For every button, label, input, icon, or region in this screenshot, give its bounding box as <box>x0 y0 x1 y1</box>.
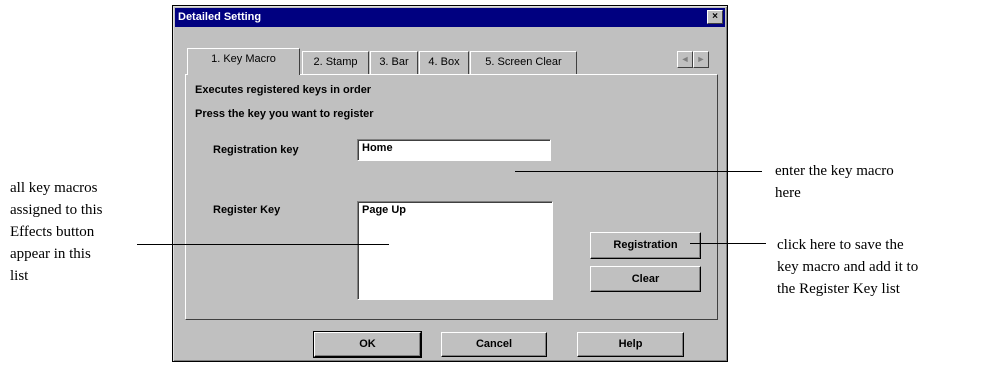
tab-scroll-right-button[interactable]: ► <box>693 51 709 68</box>
annotation-line: enter the key macro <box>775 163 894 179</box>
annotation-line: appear in this <box>10 246 91 262</box>
leader-line-right-top <box>515 171 762 172</box>
description-line-2: Press the key you want to register <box>195 108 374 120</box>
close-button[interactable]: × <box>707 10 723 24</box>
tab-screen-clear[interactable]: 5. Screen Clear <box>470 51 577 74</box>
chevron-left-icon: ◄ <box>680 54 690 64</box>
annotation-registration-key: enter the key macro here <box>775 160 894 204</box>
list-item[interactable]: Page Up <box>362 204 548 216</box>
tab-bar[interactable]: 3. Bar <box>370 51 418 74</box>
registration-key-input[interactable]: Home <box>357 139 551 161</box>
annotation-line: all key macros <box>10 180 98 196</box>
register-key-list[interactable]: Page Up <box>357 201 553 300</box>
dialog-title: Detailed Setting <box>178 11 262 23</box>
annotation-line: list <box>10 268 29 284</box>
annotation-registration-button: click here to save the key macro and add… <box>777 234 918 300</box>
tab-label: 4. Box <box>428 56 460 68</box>
leader-line-right-bottom <box>690 243 766 244</box>
annotation-register-list: all key macros assigned to this Effects … <box>10 177 103 287</box>
annotation-line: Effects button <box>10 224 95 240</box>
tab-scroll-arrows: ◄ ► <box>677 51 709 68</box>
key-macro-panel: Executes registered keys in order Press … <box>185 74 718 320</box>
tab-box[interactable]: 4. Box <box>419 51 469 74</box>
title-bar: Detailed Setting × <box>175 8 725 27</box>
annotation-line: key macro and add it to <box>777 259 919 275</box>
ok-button[interactable]: OK <box>313 331 422 358</box>
clear-button[interactable]: Clear <box>590 266 701 292</box>
annotation-line: click here to save the <box>777 237 904 253</box>
detailed-setting-dialog: Detailed Setting × 1. Key Macro 2. Stamp… <box>172 5 728 362</box>
close-icon: × <box>712 11 718 22</box>
tab-scroll-left-button[interactable]: ◄ <box>677 51 693 68</box>
chevron-right-icon: ► <box>696 54 706 64</box>
tab-label: 5. Screen Clear <box>485 56 562 68</box>
registration-button[interactable]: Registration <box>590 232 701 259</box>
leader-line-left <box>137 244 389 245</box>
annotation-line: assigned to this <box>10 202 103 218</box>
annotation-line: here <box>775 185 801 201</box>
tab-label: 1. Key Macro <box>211 53 276 65</box>
register-key-label: Register Key <box>213 204 281 216</box>
annotation-line: the Register Key list <box>777 281 900 297</box>
tab-key-macro[interactable]: 1. Key Macro <box>187 48 300 75</box>
registration-key-label: Registration key <box>213 144 299 156</box>
tab-label: 3. Bar <box>379 56 409 68</box>
registration-key-value: Home <box>362 142 393 154</box>
tab-label: 2. Stamp <box>313 56 358 68</box>
description-line-1: Executes registered keys in order <box>195 84 372 96</box>
cancel-button[interactable]: Cancel <box>441 332 547 357</box>
help-button[interactable]: Help <box>577 332 684 357</box>
tab-stamp[interactable]: 2. Stamp <box>302 51 369 74</box>
